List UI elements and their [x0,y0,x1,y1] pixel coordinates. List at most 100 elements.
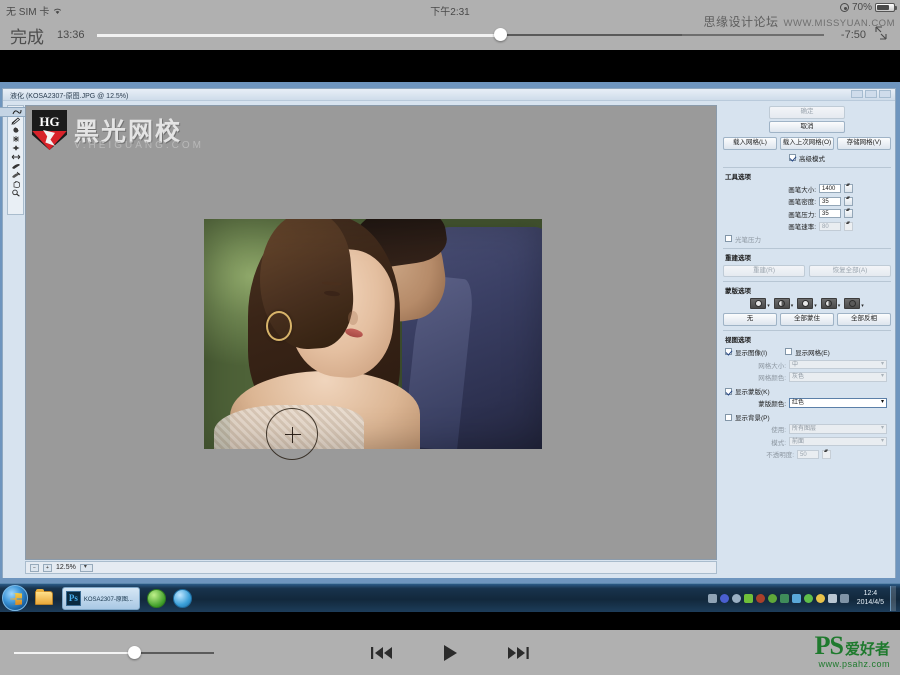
skip-forward-icon[interactable] [505,643,531,663]
quick-launch-folder[interactable] [32,586,56,610]
show-image-row[interactable]: 显示图像(I) [725,347,767,357]
warning-icon[interactable] [816,594,825,603]
video-progress-slider[interactable] [97,25,824,45]
folder-icon [35,591,53,605]
bluetooth-icon[interactable] [720,594,729,603]
clock-date-label: 2014/4/5 [857,598,884,607]
thaw-mask-tool[interactable] [8,171,23,180]
restore-all-button[interactable]: 恢复全部(A) [809,265,891,278]
volume-slider[interactable] [14,643,214,663]
mask-none-button[interactable]: 无 [723,313,777,326]
download-icon[interactable] [768,594,777,603]
zoom-preset-dropdown[interactable] [80,564,93,572]
expand-arrows-icon[interactable] [872,25,894,45]
show-backdrop-row[interactable]: 显示背景(P) [725,412,891,422]
taskbar-clock[interactable]: 12:4 2014/4/5 [854,589,887,607]
chevron-down-icon[interactable]: ▾ [838,303,841,309]
reconstruct-tool[interactable] [8,117,23,126]
mask-intersect-button[interactable]: ▾ [821,298,841,309]
skip-back-icon[interactable] [369,643,395,663]
done-button[interactable]: 完成 [10,23,44,48]
zoom-in-button[interactable]: + [43,564,52,572]
canvas-status-bar: − + 12.5% [25,561,717,574]
liquify-preview-image[interactable] [204,219,542,449]
brush-density-label: 画笔密度: [788,196,816,206]
input-method-icon[interactable] [840,594,849,603]
windows-start-orb-icon[interactable] [2,585,28,611]
backdrop-use-dropdown[interactable]: 所有图层 [789,424,887,434]
show-image-checkbox[interactable] [725,348,732,355]
bloat-tool[interactable] [8,144,23,153]
chevron-down-icon[interactable]: ▾ [767,303,770,309]
load-mesh-button[interactable]: 载入网格(L) [723,137,777,150]
show-mesh-checkbox[interactable] [785,348,792,355]
maximize-button[interactable] [865,90,877,98]
taskbar-photoshop-task[interactable]: Ps KOSA2307-原图... [62,587,140,610]
mask-color-dropdown[interactable]: 红色 [789,398,887,408]
ios-video-top-bar: 无 SIM 卡 下午2:31 70% 思缘设计论坛 WWW.MISSYUAN.C… [0,0,900,50]
show-mask-checkbox[interactable] [725,388,732,395]
mask-all-button[interactable]: 全部蒙住 [780,313,834,326]
brush-pressure-input[interactable]: 35 [819,209,841,218]
push-left-tool[interactable] [8,153,23,162]
ok-button[interactable]: 确定 [769,106,845,119]
pen-pressure-checkbox[interactable] [725,235,732,242]
mask-add-button[interactable]: ▾ [774,298,794,309]
pucker-tool[interactable] [8,135,23,144]
advanced-mode-row[interactable]: 高级模式 [723,153,891,163]
zoom-tool[interactable] [8,189,23,198]
chevron-down-icon[interactable]: ▾ [814,303,817,309]
brush-density-input[interactable]: 35 [819,197,841,206]
backdrop-mode-dropdown[interactable]: 前面 [789,437,887,447]
show-desktop-button[interactable] [890,586,896,611]
load-last-mesh-button[interactable]: 载入上次网格(O) [780,137,834,150]
sync-icon[interactable] [732,594,741,603]
mask-invert-all-button[interactable]: 全部反相 [837,313,891,326]
taskbar-app-blue-icon[interactable] [173,589,192,608]
brush-pressure-label: 画笔压力: [788,209,816,219]
antivirus-icon[interactable] [744,594,753,603]
brush-pressure-stepper[interactable] [844,209,853,218]
mask-invert-button[interactable]: ▾ [844,298,864,309]
letterbox-bottom [0,612,900,630]
network-icon[interactable] [792,594,801,603]
battery-icon[interactable] [804,594,813,603]
close-button[interactable] [879,90,891,98]
mesh-color-dropdown[interactable]: 灰色 [789,372,887,382]
show-backdrop-checkbox[interactable] [725,414,732,421]
minimize-button[interactable] [851,90,863,98]
mask-subtract-button[interactable]: ▾ [797,298,817,309]
show-mask-row[interactable]: 显示蒙版(K) [725,386,891,396]
volume-icon[interactable] [828,594,837,603]
taskbar-app-green-icon[interactable] [147,589,166,608]
reconstruct-button[interactable]: 重建(R) [723,265,805,278]
backdrop-mode-row: 模式: 前面 [723,437,891,447]
twirl-clockwise-tool[interactable] [8,126,23,135]
chevron-down-icon[interactable]: ▾ [861,303,864,309]
liquify-canvas[interactable]: HG 黑光网校 V.HEIGUANG.COM [25,105,717,560]
brush-density-stepper[interactable] [844,197,853,206]
brush-size-stepper[interactable] [844,184,853,193]
show-hidden-icons[interactable] [708,594,717,603]
pen-pressure-row[interactable]: 光笔压力 [725,234,891,244]
liquify-toolbar[interactable] [7,105,24,215]
shield-icon[interactable] [756,594,765,603]
zoom-out-button[interactable]: − [30,564,39,572]
advanced-mode-checkbox[interactable] [789,154,796,161]
cancel-button[interactable]: 取消 [769,121,845,134]
hand-tool[interactable] [8,180,23,189]
chevron-down-icon[interactable]: ▾ [791,303,794,309]
window-controls[interactable] [851,90,891,98]
freeze-mask-tool[interactable] [8,162,23,171]
battery-icon [875,3,895,12]
progress-knob[interactable] [494,28,507,41]
brush-size-input[interactable]: 1400 [819,184,841,193]
mesh-size-dropdown[interactable]: 中 [789,360,887,370]
mask-replace-button[interactable]: ▾ [750,298,770,309]
zoom-level-label: 12.5% [56,564,76,571]
media-icon[interactable] [780,594,789,603]
volume-knob[interactable] [128,646,141,659]
play-icon[interactable] [440,643,460,663]
save-mesh-button[interactable]: 存储网格(V) [837,137,891,150]
show-mesh-row[interactable]: 显示网格(E) [785,347,830,357]
